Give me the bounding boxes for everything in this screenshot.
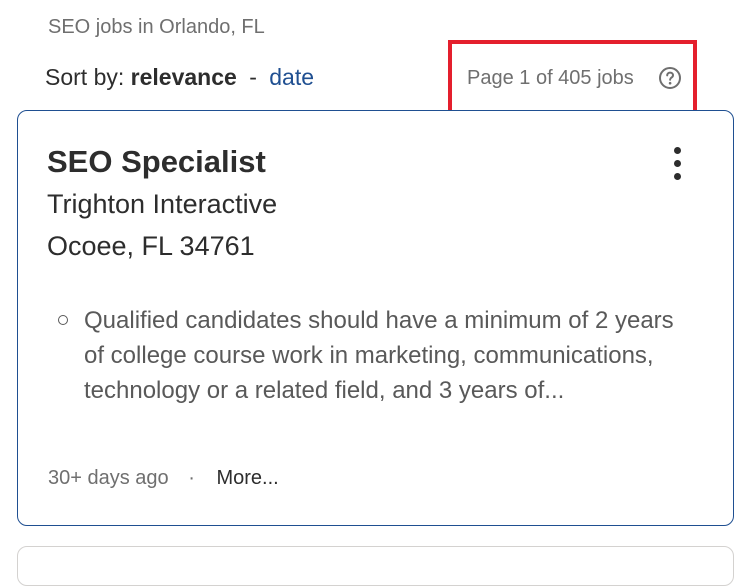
page-count: Page 1 of 405 jobs <box>467 67 634 89</box>
job-title[interactable]: SEO Specialist <box>47 144 266 180</box>
question-circle-icon[interactable] <box>658 66 682 90</box>
sort-controls: Sort by: relevance - date <box>45 64 314 91</box>
bullet-icon <box>58 315 68 325</box>
job-meta: 30+ days ago · More... <box>48 467 279 490</box>
kebab-menu-icon[interactable] <box>666 145 690 183</box>
sort-label: Sort by: <box>45 64 125 90</box>
snippet-item: Qualified candidates should have a minim… <box>58 303 678 408</box>
sort-separator: - <box>249 64 257 90</box>
breadcrumb: SEO jobs in Orlando, FL <box>48 16 265 38</box>
job-snippet: Qualified candidates should have a minim… <box>58 303 678 408</box>
meta-separator: · <box>188 467 195 489</box>
snippet-text: Qualified candidates should have a minim… <box>84 307 674 404</box>
sort-relevance: relevance <box>130 64 237 90</box>
sort-by-date-link[interactable]: date <box>269 64 314 90</box>
next-job-card[interactable] <box>17 546 734 586</box>
job-card[interactable]: SEO Specialist Trighton Interactive Ocoe… <box>17 110 734 526</box>
job-location: Ocoee, FL 34761 <box>47 231 255 261</box>
company-name: Trighton Interactive <box>47 189 278 219</box>
posted-date: 30+ days ago <box>48 467 169 489</box>
more-link[interactable]: More... <box>216 467 278 489</box>
